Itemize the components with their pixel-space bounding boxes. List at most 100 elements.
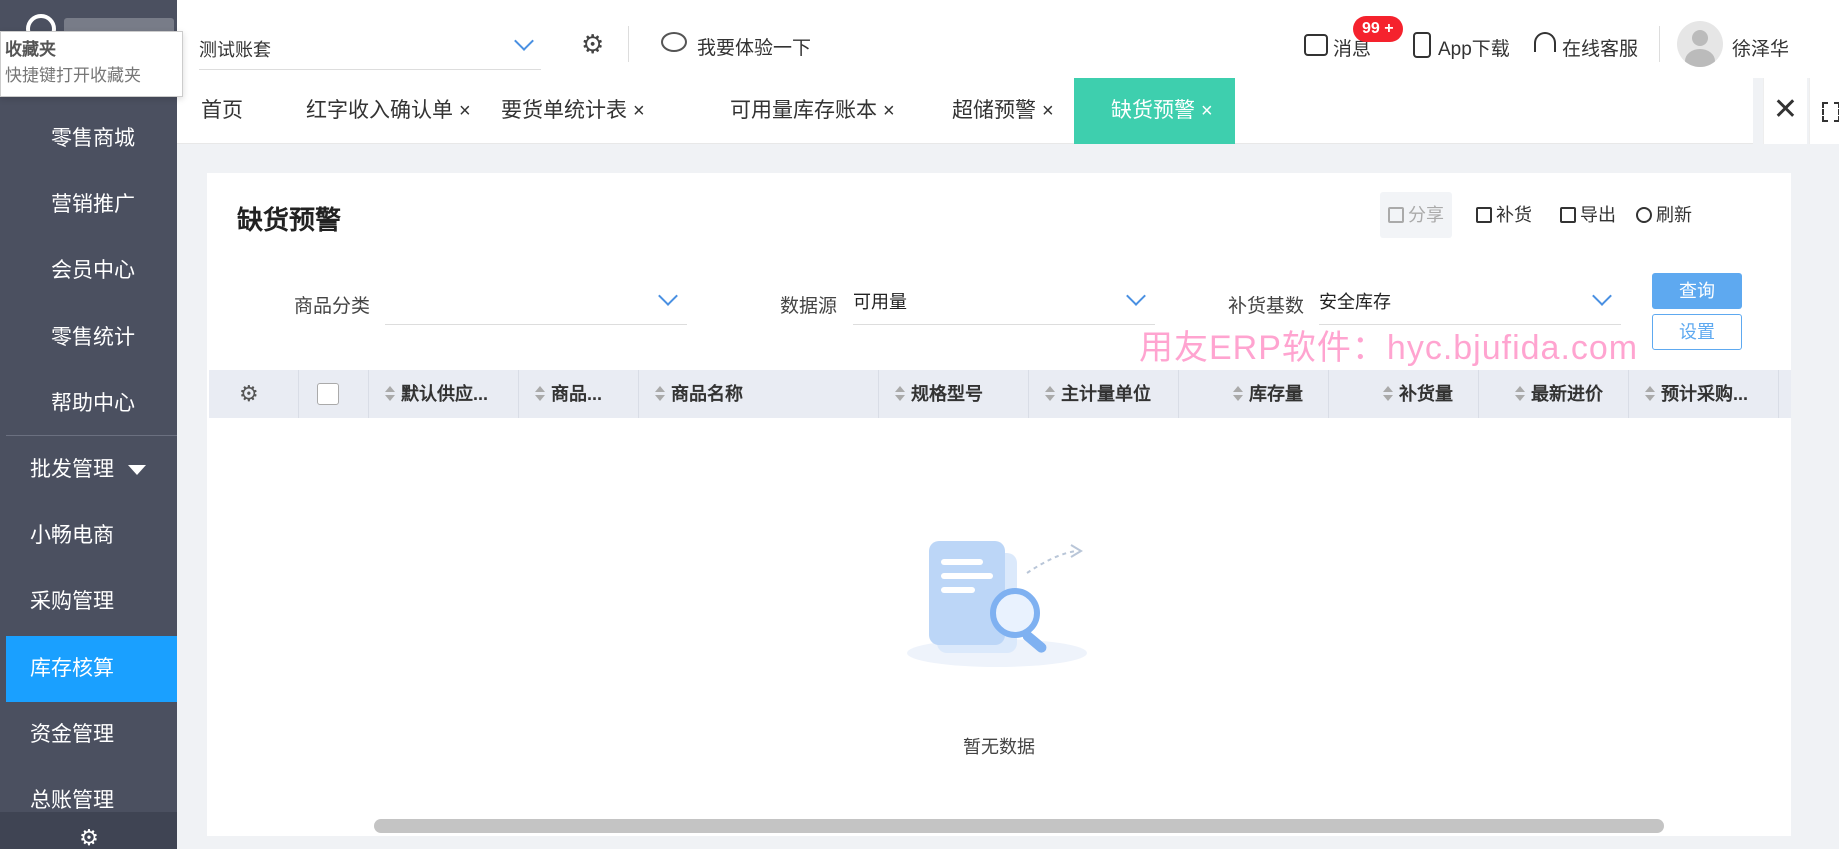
source-label: 数据源 — [780, 296, 838, 317]
column-header[interactable]: 库存量 — [1179, 370, 1329, 418]
replenish-label: 补货 — [1496, 205, 1532, 225]
column-header[interactable]: 预计采购... — [1629, 370, 1779, 418]
chevron-down-icon — [658, 286, 678, 306]
replenish-base-label: 补货基数 — [1228, 296, 1305, 317]
watermark-text: 用友ERP软件：hyc.bjufida.com — [1139, 329, 1639, 367]
sidebar-item-retail-stats[interactable]: 零售统计 — [6, 305, 177, 371]
planet-icon — [661, 32, 687, 52]
sort-icon — [1515, 386, 1525, 402]
column-header[interactable]: 商品名称 — [639, 370, 879, 418]
sort-icon — [385, 386, 395, 402]
tab-label: 首页 — [201, 99, 243, 122]
close-all-tabs-icon[interactable]: ✕ — [1763, 78, 1807, 144]
bookmark-tooltip-hint: 快捷键打开收藏夹 — [5, 66, 141, 85]
column-label: 商品... — [551, 384, 603, 404]
replenish-base-select[interactable]: 安全库存 — [1319, 279, 1621, 325]
main-panel: 缺货预警 分享 补货 导出 刷新 商品分类 数据源 可用量 补货基数 安全库存 … — [207, 173, 1791, 836]
tab-requisition-stats[interactable]: 要货单统计表 × — [501, 78, 645, 144]
export-button[interactable]: 导出 — [1554, 192, 1622, 238]
avatar[interactable] — [1677, 21, 1723, 67]
column-label: 预计采购... — [1661, 384, 1749, 404]
phone-icon — [1413, 32, 1431, 58]
page-title: 缺货预警 — [237, 205, 342, 235]
query-button[interactable]: 查询 — [1652, 273, 1742, 309]
sidebar-item-purchase[interactable]: 采购管理 — [6, 569, 177, 635]
share-icon — [1388, 207, 1404, 223]
column-header[interactable]: 补货量 — [1329, 370, 1479, 418]
share-label: 分享 — [1408, 205, 1444, 225]
column-header[interactable]: 最新进价 — [1479, 370, 1629, 418]
category-label: 商品分类 — [294, 296, 371, 317]
tab-shortage-warning[interactable]: 缺货预警 × — [1074, 78, 1235, 144]
tab-label: 缺货预警 — [1111, 99, 1195, 122]
tab-label: 要货单统计表 — [501, 99, 627, 122]
bookmark-tooltip-title: 收藏夹 — [5, 40, 56, 59]
gear-icon[interactable]: ⚙ — [239, 382, 259, 406]
tab-overstock-warning[interactable]: 超储预警 × — [952, 78, 1054, 144]
sort-icon — [1645, 386, 1655, 402]
sidebar-item-member-center[interactable]: 会员中心 — [6, 238, 177, 304]
close-icon[interactable]: × — [459, 100, 471, 122]
column-header[interactable]: 默认供应... — [369, 370, 519, 418]
tab-label: 红字收入确认单 — [306, 99, 453, 122]
empty-state-text: 暂无数据 — [963, 737, 1035, 757]
try-demo-link[interactable]: 我要体验一下 — [697, 33, 811, 60]
app-download-link[interactable]: App下载 — [1438, 34, 1510, 61]
refresh-icon — [1636, 207, 1652, 223]
account-selector[interactable]: 测试账套 — [199, 26, 541, 70]
column-header[interactable]: 主计量单位 — [1029, 370, 1179, 418]
column-label: 主计量单位 — [1061, 384, 1151, 404]
headset-icon — [1534, 32, 1556, 52]
tab-available-stock-ledger[interactable]: 可用量库存账本 × — [730, 78, 895, 144]
empty-state-illustration — [907, 541, 1087, 667]
close-icon[interactable]: × — [633, 100, 645, 122]
chevron-down-icon — [514, 31, 534, 51]
save-icon — [1476, 207, 1492, 223]
message-icon[interactable] — [1304, 34, 1328, 56]
select-all-checkbox[interactable] — [317, 383, 339, 405]
column-label: 规格型号 — [911, 384, 983, 404]
sidebar-item-funds[interactable]: 资金管理 — [6, 702, 177, 768]
close-icon[interactable]: × — [1042, 100, 1054, 122]
replenish-base-value: 安全库存 — [1319, 292, 1391, 312]
category-select[interactable] — [385, 279, 687, 325]
tab-home[interactable]: 首页 — [201, 78, 243, 144]
replenish-button[interactable]: 补货 — [1470, 192, 1538, 238]
close-icon[interactable]: × — [1201, 100, 1213, 122]
source-value: 可用量 — [853, 292, 907, 312]
sort-icon — [1383, 386, 1393, 402]
gear-icon[interactable]: ⚙ — [581, 30, 604, 58]
horizontal-scrollbar[interactable] — [374, 819, 1664, 833]
fullscreen-icon[interactable] — [1809, 78, 1839, 144]
top-header: 测试账套 ⚙ 我要体验一下 消息 99 + App下载 在线客服 徐泽华 — [177, 0, 1839, 78]
sidebar-item-marketing[interactable]: 营销推广 — [6, 172, 177, 238]
sort-icon — [895, 386, 905, 402]
user-name[interactable]: 徐泽华 — [1732, 34, 1789, 61]
sidebar-item-ecommerce[interactable]: 小畅电商 — [6, 503, 177, 569]
column-header[interactable]: 商品... — [519, 370, 639, 418]
sidebar-item-help-center[interactable]: 帮助中心 — [6, 371, 177, 437]
tab-red-income-confirm[interactable]: 红字收入确认单 × — [306, 78, 471, 144]
bookmark-tooltip: 收藏夹 快捷键打开收藏夹 — [0, 31, 183, 97]
sidebar-item-inventory[interactable]: 库存核算 — [6, 636, 177, 702]
chevron-down-icon — [1126, 286, 1146, 306]
sidebar-item-retail-mall[interactable]: 零售商城 — [6, 106, 177, 172]
tab-label: 超储预警 — [952, 99, 1036, 122]
setting-button[interactable]: 设置 — [1652, 314, 1742, 350]
export-icon — [1560, 207, 1576, 223]
sort-icon — [655, 386, 665, 402]
header-divider — [1659, 26, 1660, 62]
source-select[interactable]: 可用量 — [853, 279, 1155, 325]
sidebar-item-wholesale[interactable]: 批发管理 — [6, 437, 177, 503]
sort-icon — [535, 386, 545, 402]
settings-gear-icon[interactable]: ⚙ — [77, 826, 101, 849]
sidebar-divider — [6, 435, 177, 436]
online-service-link[interactable]: 在线客服 — [1562, 34, 1638, 61]
column-header[interactable]: 规格型号 — [879, 370, 1029, 418]
refresh-button[interactable]: 刷新 — [1630, 192, 1698, 238]
header-divider — [628, 26, 629, 62]
column-settings-cell: ⚙ — [209, 370, 299, 418]
share-button[interactable]: 分享 — [1380, 192, 1452, 238]
refresh-label: 刷新 — [1656, 205, 1692, 225]
close-icon[interactable]: × — [883, 100, 895, 122]
